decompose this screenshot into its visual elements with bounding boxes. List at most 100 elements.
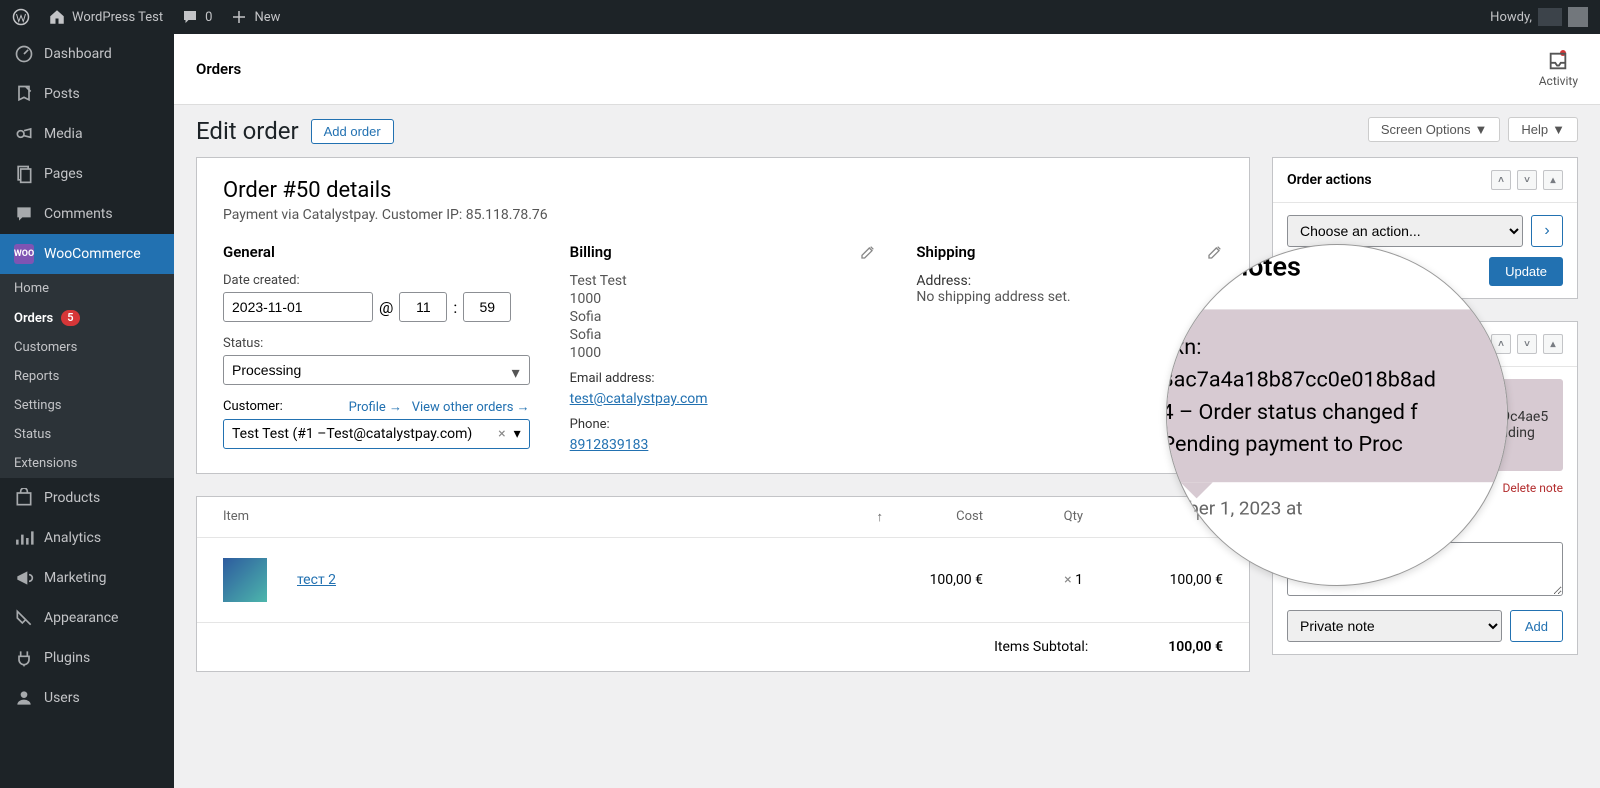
sidebar-item-comments[interactable]: Comments	[0, 194, 174, 234]
billing-heading: Billing	[570, 243, 612, 261]
customer-select[interactable]: Test Test (#1 –Test@catalystpay.com) ×▾	[223, 419, 530, 449]
site-name-label: WordPress Test	[72, 10, 163, 25]
sidebar-label: Media	[44, 126, 83, 142]
date-input[interactable]	[223, 292, 373, 322]
customer-value: Test Test (#1 –Test@catalystpay.com)	[232, 426, 472, 442]
sidebar-label: Pages	[44, 166, 83, 182]
item-cost: 100,00 €	[883, 572, 983, 588]
new-content[interactable]: New	[230, 8, 280, 26]
comments-count: 0	[205, 10, 212, 25]
sidebar-item-pages[interactable]: Pages	[0, 154, 174, 194]
panel-down-icon[interactable]: ˅	[1517, 334, 1537, 354]
sidebar-item-posts[interactable]: Posts	[0, 74, 174, 114]
order-actions-heading: Order actions	[1287, 172, 1372, 188]
sidebar-label: WooCommerce	[44, 246, 141, 262]
action-select[interactable]: Choose an action...	[1287, 215, 1523, 247]
subtotal-label: Items Subtotal:	[994, 639, 1088, 655]
activity-button[interactable]: Activity	[1539, 50, 1578, 88]
sidebar-label: Users	[44, 690, 80, 706]
billing-zip1: 1000	[570, 291, 877, 307]
sidebar-label: Posts	[44, 86, 80, 102]
screen-options-button[interactable]: Screen Options ▼	[1368, 117, 1500, 142]
sidebar-label: Analytics	[44, 530, 101, 546]
avatar	[1568, 7, 1588, 27]
clear-customer-icon[interactable]: ×	[498, 426, 505, 442]
item-qty: 1	[1075, 572, 1083, 588]
billing-city1: Sofia	[570, 309, 877, 325]
panel-toggle-icon[interactable]: ▴	[1543, 170, 1563, 190]
col-qty: Qty	[983, 509, 1083, 525]
sort-icon[interactable]: ↑	[763, 509, 883, 525]
page-title: Orders	[196, 60, 241, 78]
sidebar-sub-home[interactable]: Home	[0, 274, 174, 303]
sidebar-label: Plugins	[44, 650, 90, 666]
howdy-name-redacted	[1538, 8, 1562, 26]
shipping-heading: Shipping	[916, 243, 975, 261]
panel-toggle-icon[interactable]: ▴	[1543, 334, 1563, 354]
add-order-button[interactable]: Add order	[311, 119, 394, 144]
magnifier-date: ember 1, 2023 at	[1166, 498, 1508, 520]
inbox-icon	[1547, 50, 1569, 72]
magnifier-overlay: 5 Order notes Txn: 8ac7a4a18b87cc0e018b8…	[1166, 244, 1508, 586]
woocommerce-icon: WOO	[14, 244, 34, 264]
heading: Edit order	[196, 117, 299, 145]
email-link[interactable]: test@catalystpay.com	[570, 391, 708, 407]
view-other-orders-link[interactable]: View other orders →	[412, 400, 530, 415]
customer-label: Customer:	[223, 399, 283, 415]
email-label: Email address:	[570, 371, 877, 386]
col-cost: Cost	[883, 509, 983, 525]
wp-logo[interactable]	[12, 8, 30, 26]
billing-city2: Sofia	[570, 327, 877, 343]
panel-up-icon[interactable]: ˄	[1491, 170, 1511, 190]
sidebar-item-appearance[interactable]: Appearance	[0, 598, 174, 638]
subtotal-value: 100,00 €	[1168, 639, 1223, 655]
sidebar-sub-status[interactable]: Status	[0, 420, 174, 449]
sidebar-item-media[interactable]: Media	[0, 114, 174, 154]
status-select[interactable]: Processing	[223, 355, 530, 385]
site-name[interactable]: WordPress Test	[48, 8, 163, 26]
sidebar-item-woocommerce[interactable]: WOO WooCommerce	[0, 234, 174, 274]
at-sign: @	[379, 298, 393, 317]
profile-link[interactable]: Profile →	[349, 400, 402, 415]
colon: :	[453, 298, 457, 317]
general-heading: General	[223, 243, 530, 261]
magnifier-note: Txn: 8ac7a4a18b87cc0e018b8ad 4 – Order s…	[1166, 309, 1508, 482]
status-label: Status:	[223, 336, 530, 351]
magnifier-title: Order notes	[1166, 250, 1508, 282]
order-title: Order #50 details	[223, 178, 1223, 203]
phone-label: Phone:	[570, 417, 877, 432]
sidebar-sub-orders[interactable]: Orders5	[0, 303, 174, 333]
item-total: 100,00 €	[1083, 572, 1223, 588]
order-subtitle: Payment via Catalystpay. Customer IP: 85…	[223, 207, 1223, 223]
note-type-select[interactable]: Private note	[1287, 610, 1502, 642]
sidebar-label: Marketing	[44, 570, 107, 586]
product-thumbnail	[223, 558, 267, 602]
howdy[interactable]: Howdy,	[1490, 7, 1588, 27]
sidebar-sub-customers[interactable]: Customers	[0, 333, 174, 362]
sidebar-item-products[interactable]: Products	[0, 478, 174, 518]
panel-down-icon[interactable]: ˅	[1517, 170, 1537, 190]
help-button[interactable]: Help ▼	[1508, 117, 1578, 142]
new-label: New	[254, 10, 280, 25]
sidebar-label: Appearance	[44, 610, 118, 626]
sidebar-sub-settings[interactable]: Settings	[0, 391, 174, 420]
comments-bubble[interactable]: 0	[181, 8, 212, 26]
minute-input[interactable]	[463, 292, 511, 322]
apply-action-button[interactable]: ›	[1531, 215, 1563, 247]
date-label: Date created:	[223, 273, 530, 288]
phone-link[interactable]: 8912839183	[570, 437, 649, 453]
sidebar-label: Dashboard	[44, 46, 112, 62]
sidebar-item-users[interactable]: Users	[0, 678, 174, 718]
pencil-icon[interactable]	[860, 244, 876, 260]
sidebar-item-plugins[interactable]: Plugins	[0, 638, 174, 678]
delete-note-link[interactable]: Delete note	[1502, 481, 1563, 495]
sidebar-sub-extensions[interactable]: Extensions	[0, 449, 174, 478]
sidebar-sub-reports[interactable]: Reports	[0, 362, 174, 391]
add-note-button[interactable]: Add	[1510, 610, 1563, 642]
product-link[interactable]: тест 2	[297, 572, 336, 588]
sidebar-item-analytics[interactable]: Analytics	[0, 518, 174, 558]
sidebar-item-marketing[interactable]: Marketing	[0, 558, 174, 598]
sidebar-label: Products	[44, 490, 100, 506]
sidebar-item-dashboard[interactable]: Dashboard	[0, 34, 174, 74]
hour-input[interactable]	[399, 292, 447, 322]
